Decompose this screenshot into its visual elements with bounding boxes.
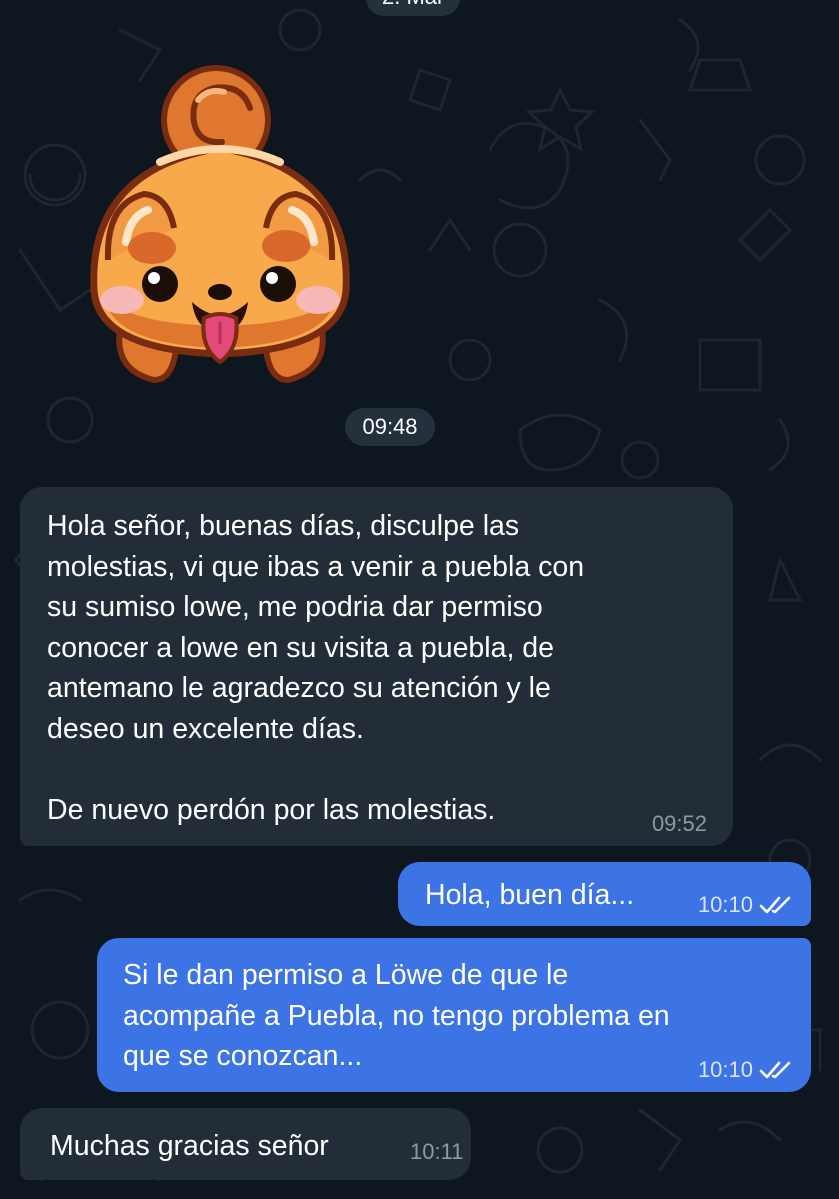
incoming-message-bubble[interactable]: Hola señor, buenas días, disculpe las mo… — [20, 487, 733, 846]
message-text: Hola señor, buenas días, disculpe las mo… — [47, 510, 585, 826]
message-timestamp: 09:52 — [651, 811, 707, 836]
outgoing-message-bubble[interactable]: Hola, buen día... 10:10 — [398, 862, 811, 926]
message-text: Muchas gracias señor — [50, 1130, 329, 1162]
double-check-icon — [759, 1061, 791, 1079]
sticker-timestamp: 09:48 — [345, 408, 435, 446]
shiba-dog-sticker-icon[interactable] — [80, 50, 360, 390]
message-meta: 10:10 — [698, 892, 793, 918]
message-timestamp: 10:10 — [697, 1057, 753, 1082]
message-timestamp: 10:11 — [410, 1139, 464, 1164]
message-timestamp: 10:10 — [697, 892, 753, 917]
double-check-icon — [759, 896, 791, 914]
message-text: Hola, buen día... — [425, 879, 635, 911]
incoming-message-bubble[interactable]: Muchas gracias señor 10:11 — [20, 1108, 471, 1180]
message-meta: 10:10 — [698, 1057, 793, 1083]
outgoing-message-bubble[interactable]: Si le dan permiso a Löwe de que le acomp… — [97, 938, 811, 1092]
date-separator: 2. Mar — [366, 0, 461, 16]
